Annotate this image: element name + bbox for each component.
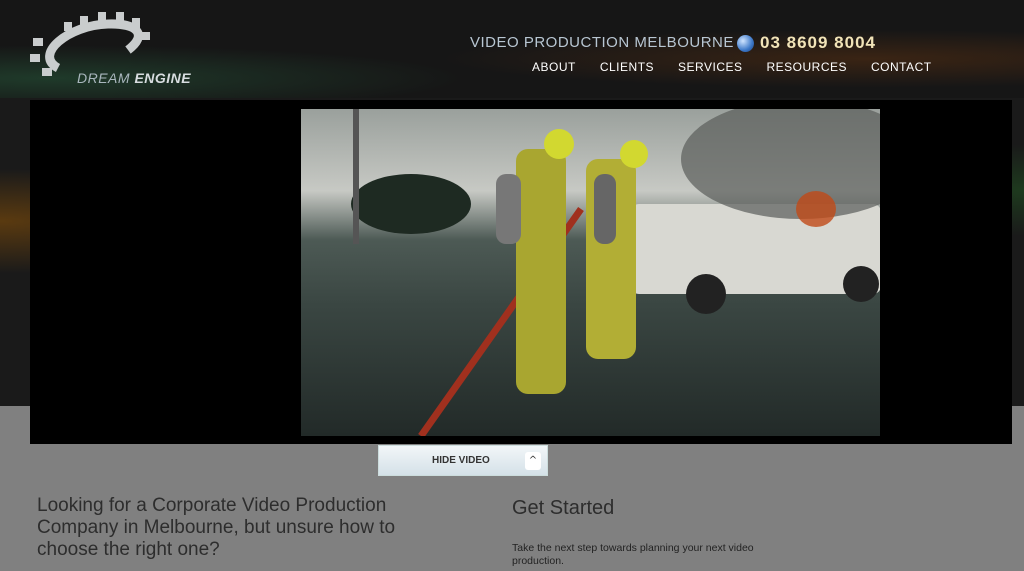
nav-services[interactable]: SERVICES [678, 60, 742, 74]
phone-number[interactable]: 03 8609 8004 [760, 33, 876, 53]
nav-clients[interactable]: CLIENTS [600, 60, 654, 74]
logo-word-dream: DREAM [77, 70, 131, 86]
hide-video-label: HIDE VIDEO [432, 455, 490, 466]
video-frame[interactable] [301, 109, 880, 436]
logo-text[interactable]: DREAM ENGINE [77, 70, 191, 86]
lead-heading: Looking for a Corporate Video Production… [37, 495, 396, 560]
nav-contact[interactable]: CONTACT [871, 60, 932, 74]
phone-globe-icon [737, 35, 754, 52]
hide-video-button[interactable]: HIDE VIDEO ^ [378, 445, 548, 476]
nav-about[interactable]: ABOUT [532, 60, 576, 74]
tagline: VIDEO PRODUCTION MELBOURNE [470, 34, 734, 51]
get-started-title: Get Started [512, 497, 615, 519]
nav-resources[interactable]: RESOURCES [767, 60, 848, 74]
chevron-up-icon[interactable]: ^ [525, 452, 541, 470]
video-still [351, 109, 880, 436]
main-nav: ABOUT CLIENTS SERVICES RESOURCES CONTACT [532, 60, 932, 74]
logo-word-engine: ENGINE [130, 70, 192, 86]
get-started-text: Take the next step towards planning your… [512, 542, 754, 567]
